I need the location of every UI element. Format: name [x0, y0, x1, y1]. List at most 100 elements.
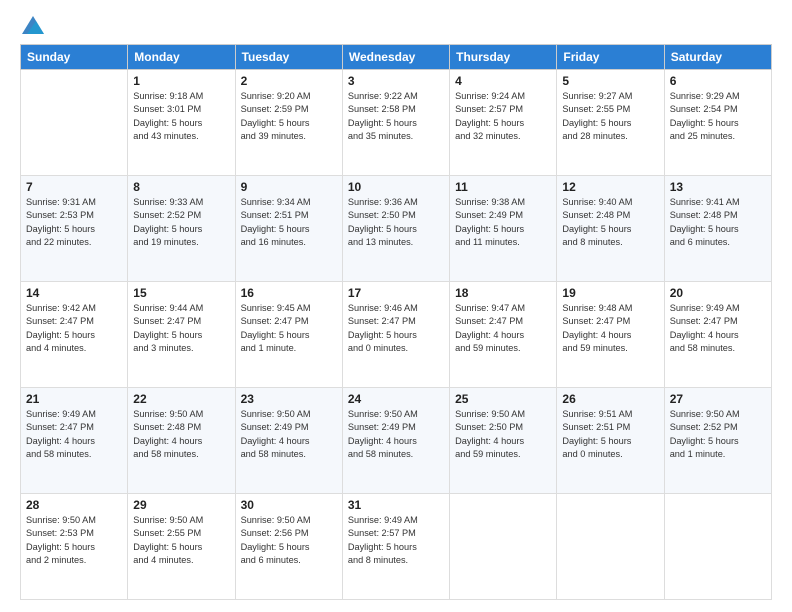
day-number: 12 — [562, 180, 658, 194]
calendar-cell: 16 Sunrise: 9:45 AM Sunset: 2:47 PM Dayli… — [235, 282, 342, 388]
day-number: 7 — [26, 180, 122, 194]
day-number: 18 — [455, 286, 551, 300]
day-info: Sunrise: 9:20 AM Sunset: 2:59 PM Dayligh… — [241, 90, 337, 143]
day-info: Sunrise: 9:38 AM Sunset: 2:49 PM Dayligh… — [455, 196, 551, 249]
day-number: 22 — [133, 392, 229, 406]
day-info: Sunrise: 9:18 AM Sunset: 3:01 PM Dayligh… — [133, 90, 229, 143]
day-info: Sunrise: 9:50 AM Sunset: 2:48 PM Dayligh… — [133, 408, 229, 461]
calendar-cell: 29 Sunrise: 9:50 AM Sunset: 2:55 PM Dayli… — [128, 494, 235, 600]
calendar-cell: 14 Sunrise: 9:42 AM Sunset: 2:47 PM Dayli… — [21, 282, 128, 388]
logo — [20, 16, 44, 34]
day-info: Sunrise: 9:50 AM Sunset: 2:55 PM Dayligh… — [133, 514, 229, 567]
calendar: SundayMondayTuesdayWednesdayThursdayFrid… — [20, 44, 772, 600]
day-number: 27 — [670, 392, 766, 406]
week-row-1: 1 Sunrise: 9:18 AM Sunset: 3:01 PM Daylig… — [21, 70, 772, 176]
day-info: Sunrise: 9:29 AM Sunset: 2:54 PM Dayligh… — [670, 90, 766, 143]
day-number: 13 — [670, 180, 766, 194]
calendar-cell: 9 Sunrise: 9:34 AM Sunset: 2:51 PM Daylig… — [235, 176, 342, 282]
weekday-saturday: Saturday — [664, 45, 771, 70]
day-number: 25 — [455, 392, 551, 406]
day-info: Sunrise: 9:41 AM Sunset: 2:48 PM Dayligh… — [670, 196, 766, 249]
day-number: 24 — [348, 392, 444, 406]
day-info: Sunrise: 9:31 AM Sunset: 2:53 PM Dayligh… — [26, 196, 122, 249]
day-number: 15 — [133, 286, 229, 300]
day-number: 16 — [241, 286, 337, 300]
calendar-cell: 28 Sunrise: 9:50 AM Sunset: 2:53 PM Dayli… — [21, 494, 128, 600]
calendar-cell: 30 Sunrise: 9:50 AM Sunset: 2:56 PM Dayli… — [235, 494, 342, 600]
week-row-4: 21 Sunrise: 9:49 AM Sunset: 2:47 PM Dayli… — [21, 388, 772, 494]
weekday-thursday: Thursday — [450, 45, 557, 70]
day-info: Sunrise: 9:50 AM Sunset: 2:50 PM Dayligh… — [455, 408, 551, 461]
calendar-cell: 24 Sunrise: 9:50 AM Sunset: 2:49 PM Dayli… — [342, 388, 449, 494]
day-number: 10 — [348, 180, 444, 194]
day-number: 31 — [348, 498, 444, 512]
calendar-cell: 4Sunrise: 9:24 AM Sunset: 2:57 PM Daylig… — [450, 70, 557, 176]
week-row-3: 14 Sunrise: 9:42 AM Sunset: 2:47 PM Dayli… — [21, 282, 772, 388]
day-number: 26 — [562, 392, 658, 406]
day-info: Sunrise: 9:47 AM Sunset: 2:47 PM Dayligh… — [455, 302, 551, 355]
day-number: 6 — [670, 74, 766, 88]
calendar-cell: 13 Sunrise: 9:41 AM Sunset: 2:48 PM Dayli… — [664, 176, 771, 282]
day-number: 30 — [241, 498, 337, 512]
calendar-cell: 23Sunrise: 9:50 AM Sunset: 2:49 PM Dayli… — [235, 388, 342, 494]
day-info: Sunrise: 9:49 AM Sunset: 2:47 PM Dayligh… — [26, 408, 122, 461]
day-number: 28 — [26, 498, 122, 512]
day-info: Sunrise: 9:50 AM Sunset: 2:56 PM Dayligh… — [241, 514, 337, 567]
day-info: Sunrise: 9:33 AM Sunset: 2:52 PM Dayligh… — [133, 196, 229, 249]
calendar-cell: 26 Sunrise: 9:51 AM Sunset: 2:51 PM Dayli… — [557, 388, 664, 494]
weekday-wednesday: Wednesday — [342, 45, 449, 70]
week-row-5: 28 Sunrise: 9:50 AM Sunset: 2:53 PM Dayli… — [21, 494, 772, 600]
weekday-header-row: SundayMondayTuesdayWednesdayThursdayFrid… — [21, 45, 772, 70]
calendar-cell: 31Sunrise: 9:49 AM Sunset: 2:57 PM Dayli… — [342, 494, 449, 600]
day-info: Sunrise: 9:34 AM Sunset: 2:51 PM Dayligh… — [241, 196, 337, 249]
day-number: 2 — [241, 74, 337, 88]
calendar-cell: 7 Sunrise: 9:31 AM Sunset: 2:53 PM Daylig… — [21, 176, 128, 282]
calendar-cell — [557, 494, 664, 600]
day-number: 9 — [241, 180, 337, 194]
calendar-cell — [450, 494, 557, 600]
day-number: 23 — [241, 392, 337, 406]
calendar-cell: 22 Sunrise: 9:50 AM Sunset: 2:48 PM Dayli… — [128, 388, 235, 494]
day-info: Sunrise: 9:42 AM Sunset: 2:47 PM Dayligh… — [26, 302, 122, 355]
weekday-sunday: Sunday — [21, 45, 128, 70]
page: SundayMondayTuesdayWednesdayThursdayFrid… — [0, 0, 792, 612]
day-number: 4 — [455, 74, 551, 88]
calendar-cell: 6 Sunrise: 9:29 AM Sunset: 2:54 PM Daylig… — [664, 70, 771, 176]
calendar-cell: 15Sunrise: 9:44 AM Sunset: 2:47 PM Dayli… — [128, 282, 235, 388]
day-number: 14 — [26, 286, 122, 300]
calendar-cell: 21 Sunrise: 9:49 AM Sunset: 2:47 PM Dayli… — [21, 388, 128, 494]
calendar-cell: 1 Sunrise: 9:18 AM Sunset: 3:01 PM Daylig… — [128, 70, 235, 176]
day-number: 3 — [348, 74, 444, 88]
calendar-cell: 2 Sunrise: 9:20 AM Sunset: 2:59 PM Daylig… — [235, 70, 342, 176]
header — [20, 16, 772, 34]
calendar-cell: 3 Sunrise: 9:22 AM Sunset: 2:58 PM Daylig… — [342, 70, 449, 176]
calendar-cell: 27Sunrise: 9:50 AM Sunset: 2:52 PM Dayli… — [664, 388, 771, 494]
calendar-cell: 25 Sunrise: 9:50 AM Sunset: 2:50 PM Dayli… — [450, 388, 557, 494]
calendar-cell: 5Sunrise: 9:27 AM Sunset: 2:55 PM Daylig… — [557, 70, 664, 176]
day-number: 17 — [348, 286, 444, 300]
logo-icon — [22, 16, 44, 34]
calendar-cell: 19Sunrise: 9:48 AM Sunset: 2:47 PM Dayli… — [557, 282, 664, 388]
day-number: 21 — [26, 392, 122, 406]
calendar-cell — [21, 70, 128, 176]
day-number: 29 — [133, 498, 229, 512]
day-number: 19 — [562, 286, 658, 300]
day-info: Sunrise: 9:50 AM Sunset: 2:53 PM Dayligh… — [26, 514, 122, 567]
day-info: Sunrise: 9:46 AM Sunset: 2:47 PM Dayligh… — [348, 302, 444, 355]
day-info: Sunrise: 9:36 AM Sunset: 2:50 PM Dayligh… — [348, 196, 444, 249]
calendar-cell: 12Sunrise: 9:40 AM Sunset: 2:48 PM Dayli… — [557, 176, 664, 282]
week-row-2: 7 Sunrise: 9:31 AM Sunset: 2:53 PM Daylig… — [21, 176, 772, 282]
day-number: 1 — [133, 74, 229, 88]
weekday-tuesday: Tuesday — [235, 45, 342, 70]
calendar-cell: 10 Sunrise: 9:36 AM Sunset: 2:50 PM Dayli… — [342, 176, 449, 282]
day-number: 11 — [455, 180, 551, 194]
calendar-cell: 20Sunrise: 9:49 AM Sunset: 2:47 PM Dayli… — [664, 282, 771, 388]
calendar-cell — [664, 494, 771, 600]
day-info: Sunrise: 9:22 AM Sunset: 2:58 PM Dayligh… — [348, 90, 444, 143]
weekday-monday: Monday — [128, 45, 235, 70]
day-info: Sunrise: 9:51 AM Sunset: 2:51 PM Dayligh… — [562, 408, 658, 461]
day-info: Sunrise: 9:27 AM Sunset: 2:55 PM Dayligh… — [562, 90, 658, 143]
day-info: Sunrise: 9:50 AM Sunset: 2:49 PM Dayligh… — [348, 408, 444, 461]
day-number: 8 — [133, 180, 229, 194]
day-info: Sunrise: 9:45 AM Sunset: 2:47 PM Dayligh… — [241, 302, 337, 355]
